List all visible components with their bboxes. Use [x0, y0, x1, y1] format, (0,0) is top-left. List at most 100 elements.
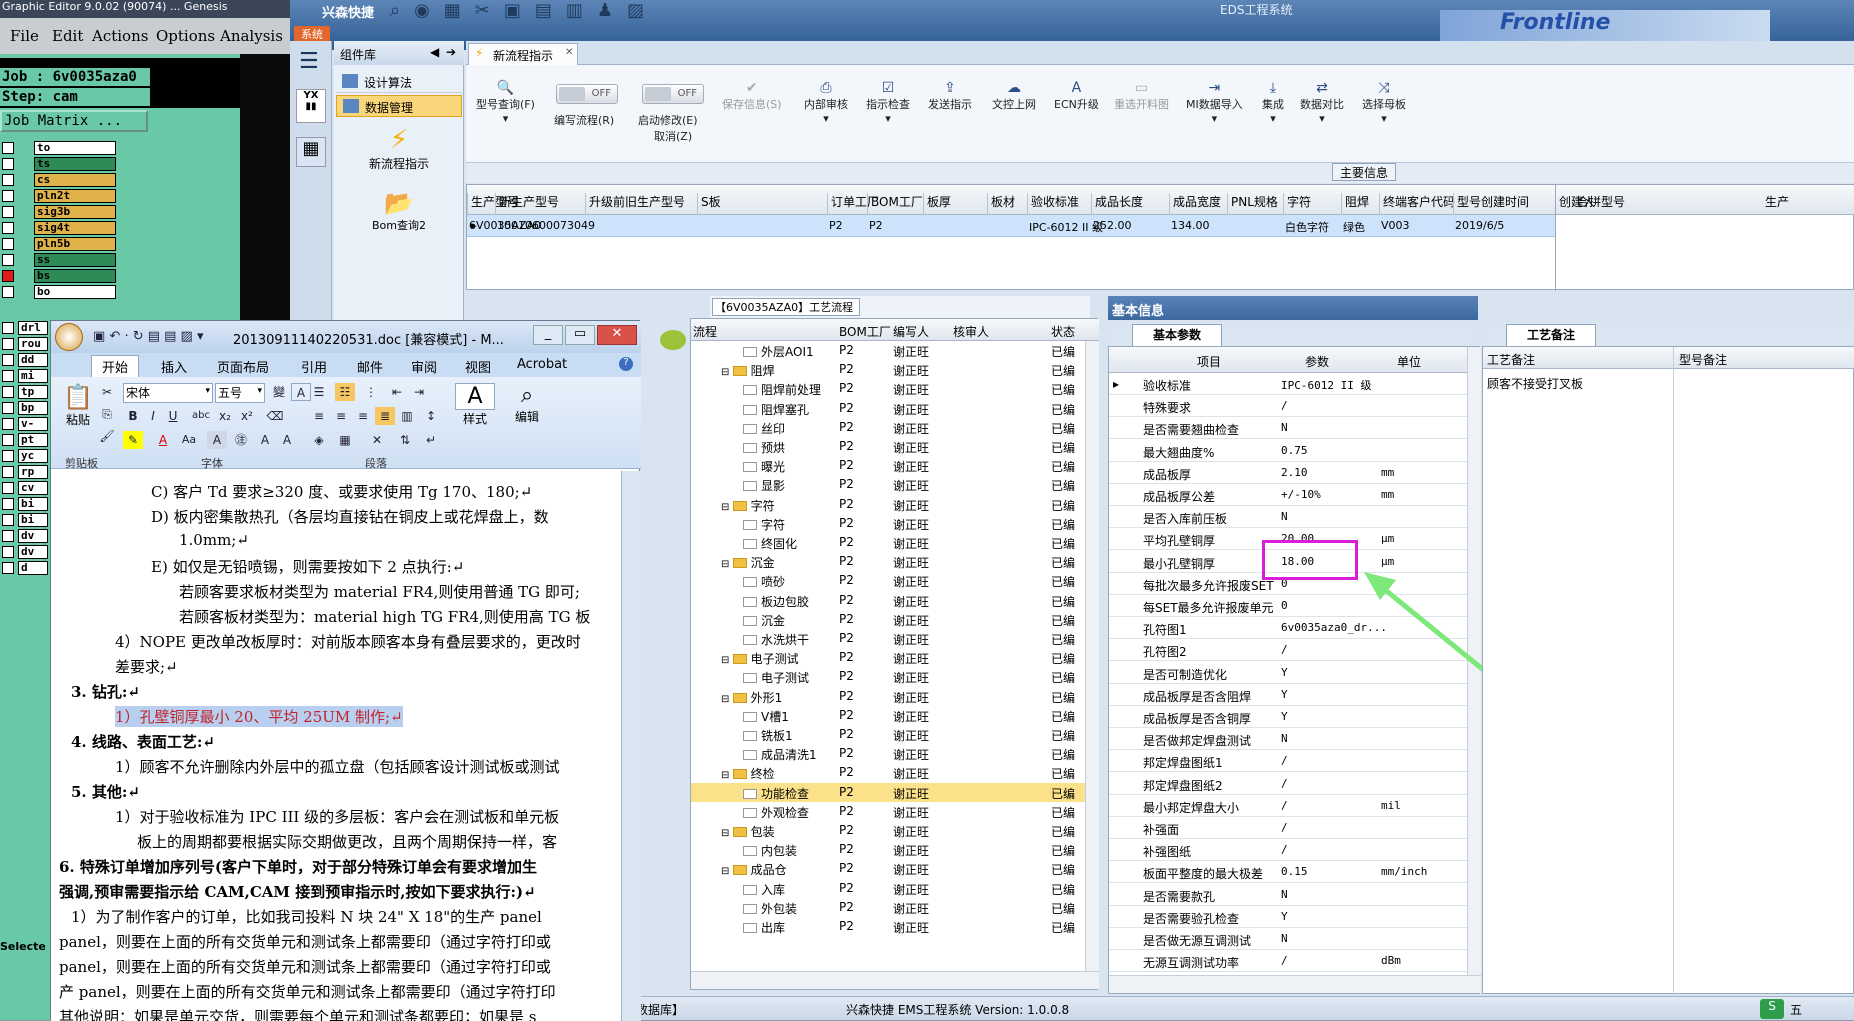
internal-review-button[interactable]: ⎙ 内部审核 ▾	[804, 80, 848, 125]
layer-checkbox[interactable]	[2, 370, 14, 382]
help-icon[interactable]: ?	[619, 357, 633, 371]
word-scrollbar[interactable]	[621, 471, 641, 1021]
layer-checkbox[interactable]	[2, 338, 14, 350]
layer-row[interactable]: pt	[0, 432, 50, 448]
process-row[interactable]: 板边包胶 P2 谢正旺 已编	[691, 591, 1085, 610]
table-cell[interactable]: IPC-6012 II 级	[1029, 219, 1103, 235]
process-row[interactable]: 曝光 P2 谢正旺 已编	[691, 456, 1085, 475]
tile-bom-query[interactable]: 📂 Bom查询2	[354, 189, 444, 233]
process-row[interactable]: ⊟ 阻焊 P2 谢正旺 已编	[691, 360, 1085, 379]
remark-text[interactable]: 顾客不接受打叉板	[1487, 375, 1583, 392]
layer-checkbox[interactable]	[2, 546, 14, 558]
process-row[interactable]: 外层AOI1 P2 谢正旺 已编	[691, 341, 1085, 360]
table-cell[interactable]: 2019/6/5	[1455, 219, 1504, 232]
menu-options[interactable]: Options	[156, 27, 215, 45]
param-value[interactable]: 2.10	[1281, 466, 1308, 479]
param-row[interactable]: 成品板厚公差 +/-10% mm	[1109, 484, 1467, 506]
param-row[interactable]: 最小邦定焊盘大小 / mil	[1109, 795, 1467, 817]
collapse-icon[interactable]: ⊟	[721, 559, 733, 570]
layer-checkbox[interactable]	[2, 482, 14, 494]
grow-font-size-icon[interactable]: A	[255, 431, 275, 449]
process-row[interactable]: 预烘 P2 谢正旺 已编	[691, 437, 1085, 456]
editing-button[interactable]: ⌕ 编辑	[507, 383, 547, 443]
superscript-icon[interactable]: x²	[237, 407, 257, 425]
process-hscrollbar[interactable]	[691, 971, 1099, 989]
column-header[interactable]: 成品宽度	[1173, 193, 1221, 210]
enclose-char-icon[interactable]: ㊟	[231, 431, 251, 449]
param-row[interactable]: 是否入库前压板 N	[1109, 506, 1467, 529]
ecn-upgrade-button[interactable]: A ECN升级	[1054, 80, 1099, 112]
layer-row[interactable]: dv	[0, 544, 50, 560]
process-row[interactable]: 水洗烘干 P2 谢正旺 已编	[691, 629, 1085, 648]
collapse-icon[interactable]: ⊟	[721, 828, 733, 839]
process-row[interactable]: 显影 P2 谢正旺 已编	[691, 475, 1085, 494]
process-remark-tab[interactable]: 工艺备注	[1506, 324, 1596, 346]
document-line[interactable]: panel，则要在上面的所有交货单元和测试条上都需要印（通过字符打印或	[59, 931, 551, 952]
pin-icon[interactable]: ➔	[446, 45, 456, 59]
param-row[interactable]: 板面平整度的最大极差 0.15 mm/inch	[1109, 861, 1467, 884]
process-row[interactable]: 外观检查 P2 谢正旺 已编	[691, 802, 1085, 821]
reselect-cutting-button[interactable]: ▭ 重选开料图	[1114, 80, 1169, 112]
layer-row[interactable]: d	[0, 560, 50, 576]
tab-page-layout[interactable]: 页面布局	[217, 357, 269, 376]
select-mother-board-button[interactable]: ⤨ 选择母板 ▾	[1362, 80, 1406, 125]
shrink-font-icon[interactable]: A	[277, 431, 297, 449]
process-row[interactable]: 外包装 P2 谢正旺 已编	[691, 898, 1085, 917]
layer-row[interactable]: mi	[0, 368, 50, 384]
document-line[interactable]: panel，则要在上面的所有交货单元和测试条上都需要印（通过字符打印或	[59, 956, 551, 977]
send-instruction-button[interactable]: ⇪ 发送指示	[928, 80, 972, 112]
layer-checkbox[interactable]	[2, 498, 14, 510]
quick-access-icons[interactable]: ⌕◉▦✂▣▤▥♟▨	[390, 0, 658, 21]
process-row[interactable]: 铣板1 P2 谢正旺 已编	[691, 725, 1085, 744]
basic-params-tab[interactable]: 基本参数	[1132, 324, 1222, 346]
process-row[interactable]: ⊟ 电子测试 P2 谢正旺 已编	[691, 648, 1085, 667]
param-value[interactable]: Y	[1281, 910, 1288, 923]
align-center-icon[interactable]: ≡	[331, 407, 351, 425]
document-line[interactable]: 强调,预审需要指示给 CAM,CAM 接到预审指示时,按如下要求执行:)↵	[59, 881, 536, 902]
job-matrix-button[interactable]: Job Matrix ...	[0, 110, 148, 132]
shading-icon[interactable]: ◈	[309, 431, 329, 449]
document-line[interactable]: 产 panel，则要在上面的所有交货单元和测试条上都需要印（通过字符打印	[59, 981, 556, 1002]
format-painter-icon[interactable]: 🖌	[97, 427, 117, 445]
param-row[interactable]: 最大翘曲度% 0.75	[1109, 440, 1467, 462]
layer-row[interactable]: ts	[0, 156, 120, 172]
column-header[interactable]: 终端客户代码	[1383, 193, 1455, 210]
model-query-button[interactable]: 🔍 型号查询(F) ▾	[476, 80, 535, 125]
layer-checkbox[interactable]	[2, 238, 14, 250]
document-line[interactable]: 1）对于验收标准为 IPC III 级的多层板：客户会在测试板和单元板	[115, 806, 559, 827]
layer-row[interactable]: rou	[0, 336, 50, 352]
collapse-arrow-icon[interactable]: ◀	[430, 45, 439, 59]
word-document-body[interactable]: C) 客户 Td 要求≥320 度、或要求使用 Tg 170、180;↵ D) 板…	[51, 471, 621, 1021]
mi-data-import-button[interactable]: ⇥ MI数据导入 ▾	[1186, 80, 1243, 125]
process-row[interactable]: ⊟ 成品仓 P2 谢正旺 已编	[691, 859, 1085, 878]
distributed-icon[interactable]: ▥	[397, 407, 417, 425]
column-header[interactable]: 字符	[1287, 193, 1311, 210]
column-header[interactable]: PNL规格	[1231, 193, 1278, 210]
process-row[interactable]: 入库 P2 谢正旺 已编	[691, 879, 1085, 898]
document-line[interactable]: 差要求;↵	[115, 656, 178, 677]
param-value[interactable]: N	[1281, 888, 1288, 901]
layer-row[interactable]: bi	[0, 512, 50, 528]
layer-checkbox[interactable]	[2, 190, 14, 202]
document-line[interactable]: 5. 其他:↵	[71, 781, 140, 802]
layer-row[interactable]: tp	[0, 384, 50, 400]
multilevel-icon[interactable]: ⋮	[361, 383, 381, 401]
document-line[interactable]: C) 客户 Td 要求≥320 度、或要求使用 Tg 170、180;↵	[151, 481, 532, 502]
layer-row[interactable]: rp	[0, 464, 50, 480]
param-value[interactable]: Y	[1281, 688, 1288, 701]
maximize-icon[interactable]: ▭	[565, 325, 595, 345]
layer-row[interactable]: dd	[0, 352, 50, 368]
menu-actions[interactable]: Actions	[92, 27, 148, 45]
layer-row[interactable]: pln2t	[0, 188, 120, 204]
process-row[interactable]: 字符 P2 谢正旺 已编	[691, 514, 1085, 533]
bullets-icon[interactable]: ☰	[309, 383, 329, 401]
param-value[interactable]: 0	[1281, 599, 1288, 612]
param-row[interactable]: 无源互调测试功率 / dBm	[1109, 950, 1467, 973]
justify-icon[interactable]: ≣	[375, 407, 395, 425]
ime-indicator[interactable]: 五	[1790, 1001, 1802, 1018]
office-button[interactable]	[55, 323, 83, 351]
highlight-icon[interactable]: ✎	[123, 431, 143, 449]
clear-format-icon[interactable]: ⌫	[265, 407, 285, 425]
process-row[interactable]: 终固化 P2 谢正旺 已编	[691, 533, 1085, 552]
borders-icon[interactable]: ▦	[335, 431, 355, 449]
